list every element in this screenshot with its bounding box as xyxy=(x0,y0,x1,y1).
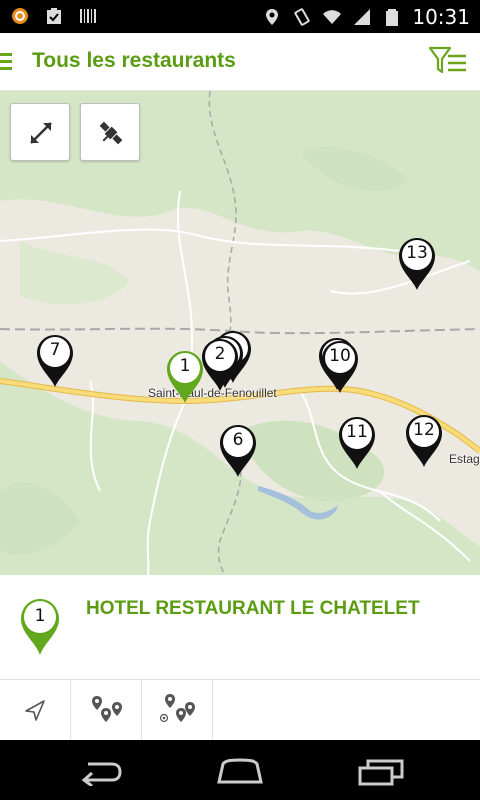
map-marker-10[interactable]: 10 xyxy=(320,339,360,395)
map-marker-7[interactable]: 7 xyxy=(35,333,75,389)
marker-number: 11 xyxy=(346,422,368,442)
marker-number: 13 xyxy=(406,243,428,263)
bottom-toolbar xyxy=(0,679,480,740)
vibrate-icon xyxy=(294,8,310,26)
marker-number: 1 xyxy=(179,356,191,376)
marker-number: 7 xyxy=(49,340,61,360)
map-marker-1[interactable]: 1 xyxy=(165,349,205,405)
selected-marker-icon: 1 xyxy=(19,597,61,657)
marker-number: 6 xyxy=(232,430,244,450)
fullscreen-expand-button[interactable] xyxy=(10,103,70,161)
page-title: Tous les restaurants xyxy=(32,49,236,72)
map-marker-2[interactable]: 2 xyxy=(200,337,240,393)
selected-marker-number: 1 xyxy=(34,606,46,626)
selected-restaurant-panel[interactable]: 1 HOTEL RESTAURANT LE CHATELET xyxy=(0,575,480,679)
filter-list-icon[interactable] xyxy=(428,44,468,78)
expand-arrows-icon xyxy=(30,122,52,144)
hamburger-menu-icon[interactable] xyxy=(0,53,12,71)
place-label-estag: Estag xyxy=(449,452,480,466)
task-check-icon xyxy=(47,8,61,24)
map-view[interactable]: Saint-Paul-de-Fenouillet Estag 13 7 1 2 10 6 1… xyxy=(0,91,480,575)
back-icon[interactable] xyxy=(76,758,124,786)
multiple-pins-icon xyxy=(92,696,122,722)
location-icon xyxy=(266,9,279,25)
nearby-markers-button[interactable] xyxy=(142,680,213,740)
map-marker-12[interactable]: 12 xyxy=(404,413,444,469)
barcode-icon xyxy=(80,9,96,23)
navigate-button[interactable] xyxy=(0,680,71,740)
marker-number: 10 xyxy=(329,346,351,366)
map-marker-11[interactable]: 11 xyxy=(337,415,377,471)
system-nav-bar xyxy=(0,740,480,800)
battery-icon xyxy=(386,9,399,26)
recent-apps-icon[interactable] xyxy=(358,758,404,786)
home-icon[interactable] xyxy=(215,758,265,786)
show-all-markers-button[interactable] xyxy=(71,680,142,740)
status-bar: 10:31 xyxy=(0,0,480,33)
restaurant-name[interactable]: HOTEL RESTAURANT LE CHATELET xyxy=(86,598,420,620)
marker-number: 12 xyxy=(413,420,435,440)
map-marker-6[interactable]: 6 xyxy=(218,423,258,479)
wifi-icon xyxy=(323,10,342,24)
satellite-icon xyxy=(99,121,123,145)
pins-around-location-icon xyxy=(159,694,195,723)
signal-icon xyxy=(354,9,371,25)
navigation-arrow-icon xyxy=(25,700,45,721)
map-marker-13[interactable]: 13 xyxy=(397,236,437,292)
clock: 10:31 xyxy=(412,5,470,29)
action-bar: Tous les restaurants xyxy=(0,33,480,91)
marker-number: 2 xyxy=(214,344,226,364)
notification-app-icon xyxy=(12,8,28,24)
satellite-view-button[interactable] xyxy=(80,103,140,161)
